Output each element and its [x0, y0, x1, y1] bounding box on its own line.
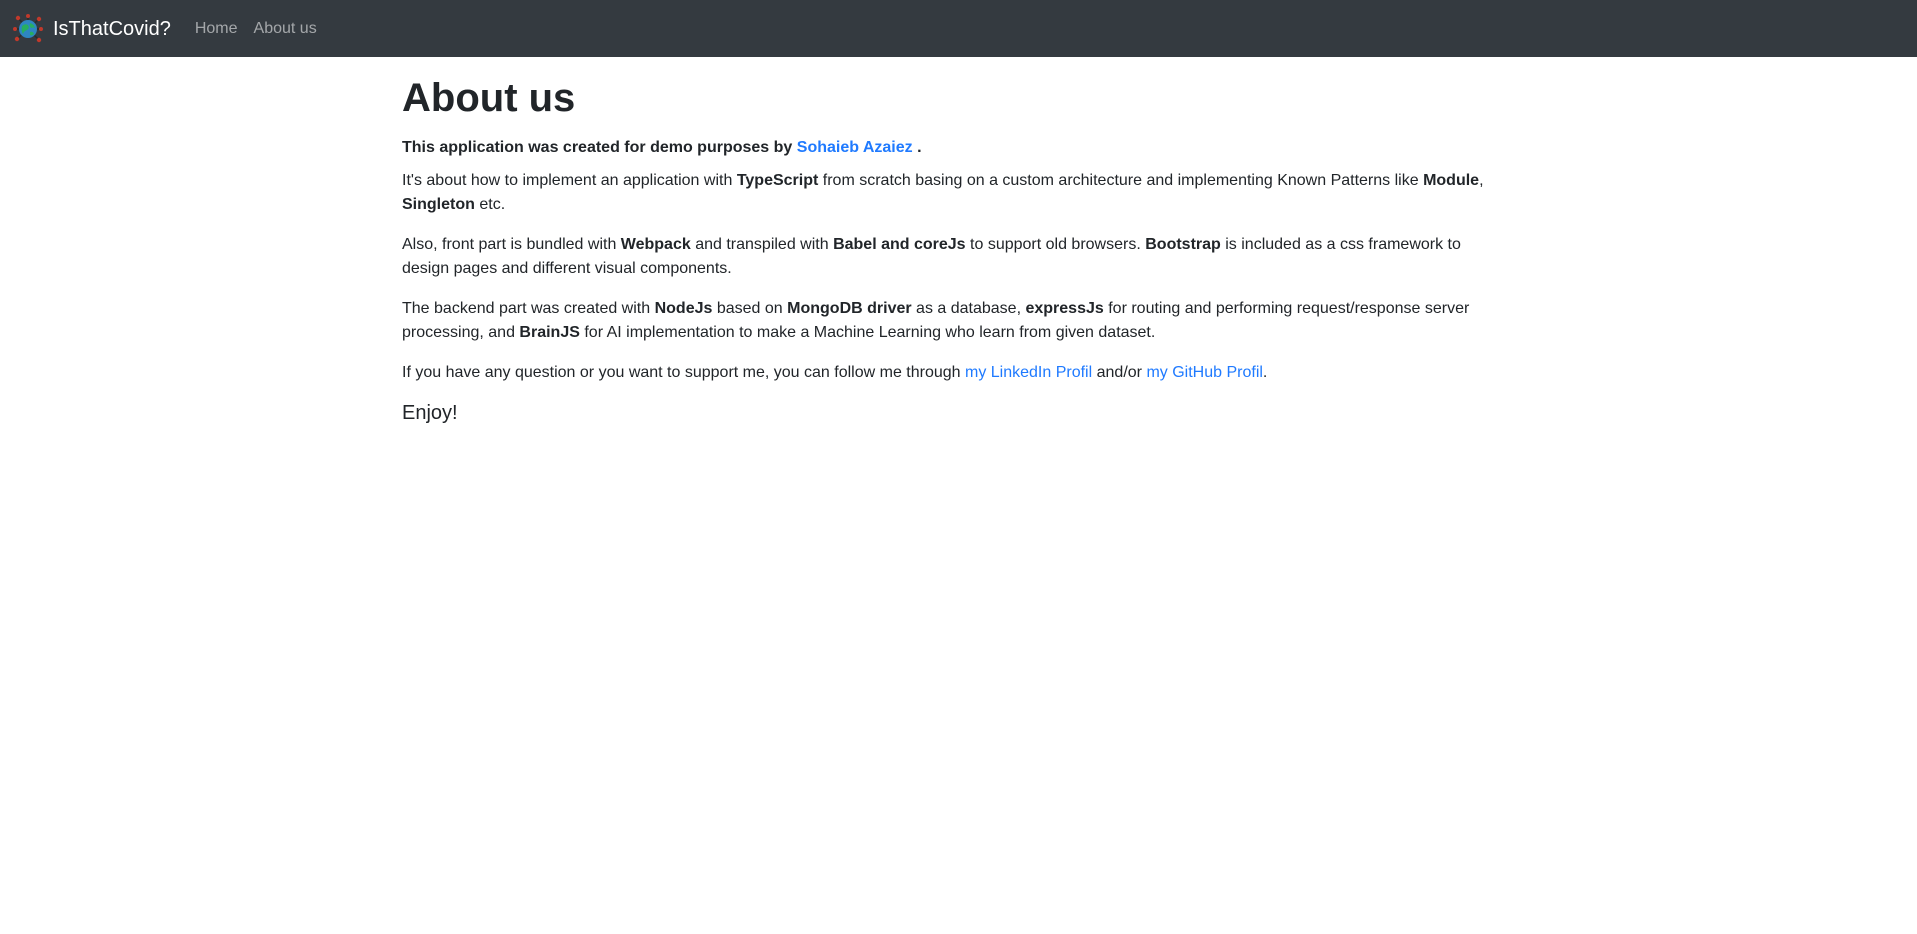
globe-virus-icon [13, 13, 43, 44]
intro-text: This application was created for demo pu… [402, 139, 793, 156]
text: from scratch basing on a custom architec… [822, 172, 1419, 189]
author-link[interactable]: Sohaieb Azaiez [797, 139, 913, 156]
page-title: About us [402, 76, 576, 120]
nav-links: Home About us [195, 20, 333, 38]
text: The backend part was created with [402, 300, 651, 317]
nav-link-home[interactable]: Home [195, 20, 238, 38]
text: It's about how to implement an applicati… [402, 172, 733, 189]
paragraph-backend: The backend part was created with NodeJs… [402, 297, 1512, 345]
text: to support old browsers. [970, 236, 1141, 253]
brand-link[interactable]: IsThatCovid? [13, 13, 171, 44]
text: etc. [479, 196, 506, 213]
text: and transpiled with [695, 236, 829, 253]
about-content: About us This application was created fo… [402, 74, 1512, 425]
keyword-module: Module [1423, 172, 1480, 189]
keyword-singleton: Singleton [402, 196, 475, 213]
keyword-brainjs: BrainJS [519, 324, 580, 341]
paragraph-contact: If you have any question or you want to … [402, 361, 1512, 385]
paragraph-architecture: It's about how to implement an applicati… [402, 169, 1512, 217]
text: . [1262, 364, 1268, 381]
text: for AI implementation to make a Machine … [584, 324, 1156, 341]
text: Also, front part is bundled with [402, 236, 617, 253]
keyword-typescript: TypeScript [736, 172, 819, 189]
keyword-babel: Babel and coreJs [833, 236, 966, 253]
linkedin-link[interactable]: my LinkedIn Profil [965, 364, 1092, 381]
keyword-webpack: Webpack [620, 236, 691, 253]
paragraph-frontend: Also, front part is bundled with Webpack… [402, 233, 1512, 281]
brand-name: IsThatCovid? [53, 17, 171, 40]
text: based on [716, 300, 783, 317]
github-link[interactable]: my GitHub Profil [1146, 364, 1262, 381]
keyword-nodejs: NodeJs [654, 300, 713, 317]
nav-link-about-us[interactable]: About us [254, 20, 317, 38]
keyword-expressjs: expressJs [1025, 300, 1104, 317]
keyword-mongodb: MongoDB driver [787, 300, 912, 317]
intro-paragraph: This application was created for demo pu… [402, 136, 1512, 160]
enjoy-heading: Enjoy! [402, 402, 458, 424]
intro-end: . [917, 139, 922, 156]
keyword-bootstrap: Bootstrap [1145, 236, 1221, 253]
top-navbar: IsThatCovid? Home About us [0, 0, 1917, 57]
comma: , [1479, 172, 1484, 189]
text: If you have any question or you want to … [402, 364, 961, 381]
text: as a database, [916, 300, 1022, 317]
text: and/or [1096, 364, 1142, 381]
